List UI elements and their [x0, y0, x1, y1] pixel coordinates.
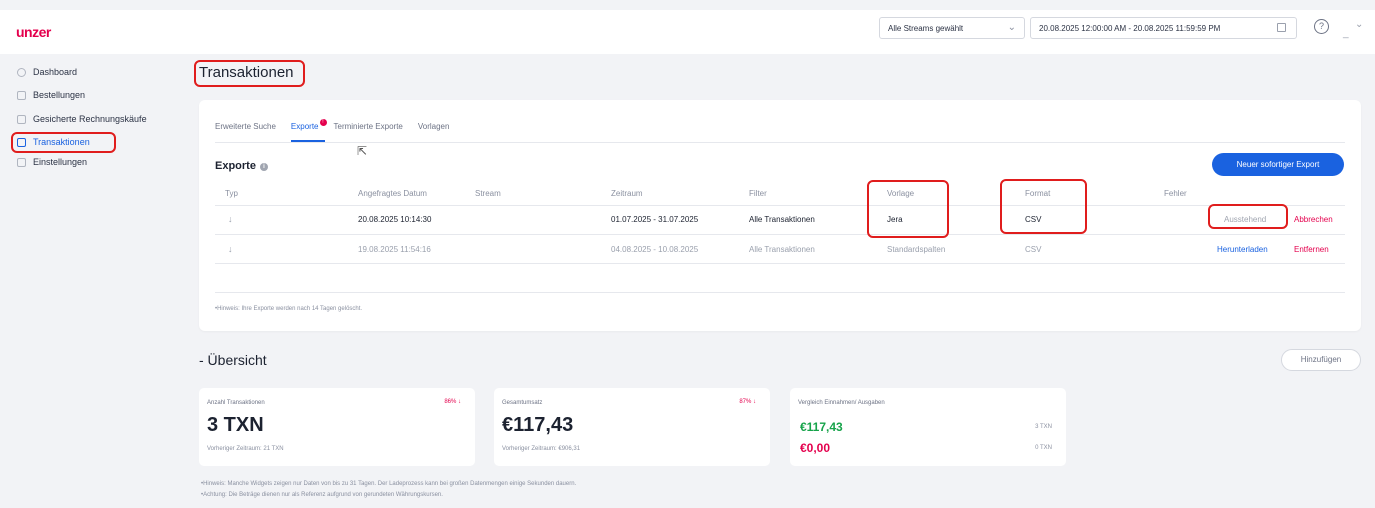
chevron-down-icon: ⌄	[1007, 22, 1016, 33]
column-header: Stream	[475, 189, 501, 198]
highlight-box	[11, 132, 116, 153]
exports-title: Exporte	[215, 160, 256, 172]
tab-label: Exporte	[290, 122, 319, 131]
exports-card: Erweiterte Suche Exporte ! Terminierte E…	[199, 100, 1361, 331]
income-value: €117,43	[800, 420, 843, 434]
sidebar-item-label: Gesicherte Rechnungskäufe	[33, 114, 147, 124]
column-header: Fehler	[1164, 189, 1187, 198]
section-title: Exporte i	[215, 160, 268, 172]
remove-button[interactable]: Entfernen	[1294, 245, 1329, 254]
download-button[interactable]: Herunterladen	[1217, 245, 1268, 254]
tab-exporte[interactable]: Exporte !	[290, 119, 327, 142]
income-count: 3 TXN	[1035, 424, 1052, 430]
new-export-button[interactable]: Neuer sofortiger Export	[1212, 153, 1344, 176]
highlight-box	[1000, 179, 1087, 234]
widget-previous: Vorheriger Zeitraum: €906,31	[502, 446, 581, 452]
widget-total-revenue: Gesamtumsatz 87% ↓ €117,43 Vorheriger Ze…	[494, 388, 770, 466]
widget-income-expense: Vergleich Einnahmen/ Ausgaben €117,43 3 …	[790, 388, 1066, 466]
alert-badge: !	[319, 119, 327, 126]
expense-value: €0,00	[800, 441, 831, 455]
cell-period: 01.07.2025 - 31.07.2025	[611, 215, 699, 224]
column-header: Angefragtes Datum	[358, 189, 427, 198]
divider	[215, 142, 1345, 143]
tab-vorlagen[interactable]: Vorlagen	[418, 122, 450, 142]
column-header: Filter	[749, 189, 767, 198]
cell-filter: Alle Transaktionen	[749, 245, 815, 254]
overview-hint: •Hinweis: Manche Widgets zeigen nur Date…	[201, 481, 577, 487]
trend-indicator: 87% ↓	[739, 399, 756, 405]
sidebar-item-dashboard[interactable]: Dashboard	[17, 64, 77, 80]
widget-label: Gesamtumsatz	[502, 400, 543, 406]
tab-terminierte-exporte[interactable]: Terminierte Exporte	[334, 122, 403, 142]
overview-title[interactable]: - Übersicht	[199, 352, 267, 368]
chevron-down-icon[interactable]: ⌄	[1355, 19, 1363, 30]
widget-value: €117,43	[502, 414, 574, 436]
sidebar-item-einstellungen[interactable]: Einstellungen	[17, 154, 87, 170]
divider	[215, 263, 1345, 264]
sidebar-item-rechnungskaeufe[interactable]: Gesicherte Rechnungskäufe	[17, 111, 147, 127]
widget-label: Anzahl Transaktionen	[207, 400, 265, 406]
cell-date: 20.08.2025 10:14:30	[358, 215, 432, 224]
widget-value: 3 TXN	[207, 414, 264, 436]
highlight-box	[1208, 204, 1288, 229]
user-menu-icon[interactable]: _	[1343, 28, 1349, 39]
help-icon[interactable]: ?	[1314, 19, 1329, 34]
cell-format: CSV	[1025, 245, 1042, 254]
highlight-box	[194, 60, 305, 87]
overview-warning: •Achtung: Die Beträge dienen nur als Ref…	[201, 492, 443, 498]
divider	[215, 234, 1345, 235]
cell-template: Standardspalten	[887, 245, 946, 254]
widget-previous: Vorheriger Zeitraum: 21 TXN	[207, 446, 284, 452]
calendar-icon	[1277, 23, 1286, 32]
add-widget-button[interactable]: Hinzufügen	[1281, 349, 1361, 371]
cell-date: 19.08.2025 11:54:16	[358, 245, 431, 254]
sidebar-item-label: Einstellungen	[33, 157, 88, 167]
download-arrow-icon: ↓	[228, 244, 233, 254]
stream-select[interactable]: Alle Streams gewählt ⌄	[879, 17, 1025, 39]
info-icon[interactable]: i	[259, 163, 268, 171]
widget-label: Vergleich Einnahmen/ Ausgaben	[798, 400, 885, 406]
widget-transaction-count: Anzahl Transaktionen 86% ↓ 3 TXN Vorheri…	[199, 388, 475, 466]
cursor-icon: ⇱	[357, 144, 368, 158]
divider	[215, 292, 1345, 293]
settings-icon	[17, 157, 26, 167]
orders-icon	[17, 90, 26, 100]
download-arrow-icon: ↓	[228, 214, 233, 224]
date-range-picker[interactable]: 20.08.2025 12:00:00 AM - 20.08.2025 11:5…	[1030, 17, 1297, 39]
column-header: Typ	[225, 189, 238, 198]
highlight-box	[867, 180, 949, 238]
date-range-value: 20.08.2025 12:00:00 AM - 20.08.2025 11:5…	[1039, 24, 1221, 33]
trend-indicator: 86% ↓	[444, 399, 461, 405]
sidebar-item-bestellungen[interactable]: Bestellungen	[17, 87, 85, 103]
invoice-icon	[17, 114, 26, 124]
cell-filter: Alle Transaktionen	[749, 215, 815, 224]
tab-erweiterte-suche[interactable]: Erweiterte Suche	[215, 122, 276, 142]
column-header: Zeitraum	[611, 189, 643, 198]
expense-count: 0 TXN	[1035, 445, 1052, 451]
top-bar: unzer Alle Streams gewählt ⌄ 20.08.2025 …	[0, 10, 1375, 54]
divider	[215, 205, 1345, 206]
unzer-logo[interactable]: unzer	[16, 24, 51, 40]
sidebar-item-label: Dashboard	[33, 67, 78, 77]
sidebar-item-label: Bestellungen	[33, 90, 86, 100]
stream-select-value: Alle Streams gewählt	[888, 24, 964, 33]
cancel-button[interactable]: Abbrechen	[1294, 215, 1333, 224]
dashboard-icon	[17, 67, 26, 77]
exports-hint: •Hinweis: Ihre Exporte werden nach 14 Ta…	[215, 306, 363, 312]
cell-period: 04.08.2025 - 10.08.2025	[611, 245, 699, 254]
tab-bar: Erweiterte Suche Exporte ! Terminierte E…	[215, 119, 464, 142]
